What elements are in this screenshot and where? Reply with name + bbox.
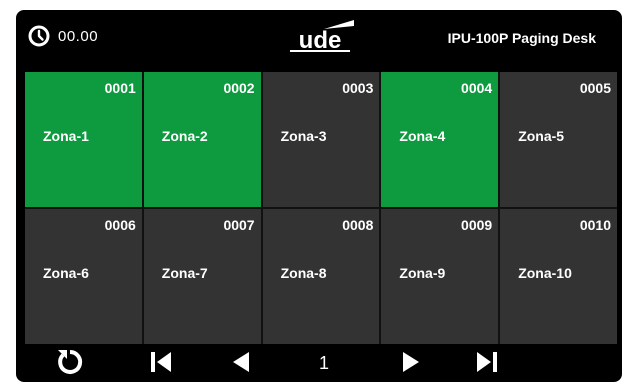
zone-button[interactable]: 0004 Zona-4 — [381, 72, 499, 207]
zone-code: 0002 — [223, 80, 255, 96]
ude-logo: ude — [290, 20, 354, 52]
logo-text: ude — [299, 27, 342, 52]
previous-page-button[interactable] — [222, 346, 258, 378]
prev-page-icon — [233, 352, 249, 372]
top-bar: 00.00 ude IPU-100P Paging Desk — [16, 10, 622, 60]
clock-icon — [28, 25, 50, 47]
first-page-button[interactable] — [144, 346, 180, 378]
zone-name: Zona-5 — [518, 128, 565, 144]
next-page-button[interactable] — [394, 346, 430, 378]
zone-code: 0004 — [461, 80, 493, 96]
zone-name: Zona-2 — [161, 128, 208, 144]
zone-name: Zona-8 — [280, 265, 327, 281]
zone-name: Zona-3 — [280, 128, 327, 144]
zone-button[interactable]: 0001 Zona-1 — [25, 72, 142, 207]
zone-button[interactable]: 0008 Zona-8 — [262, 209, 380, 344]
last-page-button[interactable] — [468, 346, 504, 378]
zone-code: 0007 — [223, 217, 255, 233]
zone-button[interactable]: 0003 Zona-3 — [262, 72, 380, 207]
last-page-icon — [477, 352, 497, 372]
zone-button[interactable]: 0006 Zona-6 — [25, 209, 142, 344]
paging-desk-screen: 00.00 ude IPU-100P Paging Desk 0001 Zona-… — [16, 10, 622, 382]
zone-name: Zona-10 — [518, 265, 572, 281]
zone-name: Zona-1 — [43, 128, 89, 144]
zone-name: Zona-4 — [399, 128, 446, 144]
zone-grid: 0001 Zona-1 0002 Zona-2 0003 Zona-3 0004 Zona-4… — [25, 72, 617, 344]
zone-button[interactable]: 0007 Zona-7 — [143, 209, 261, 344]
zone-button[interactable]: 0009 Zona-9 — [381, 209, 499, 344]
next-page-icon — [403, 352, 419, 372]
zone-button[interactable]: 0002 Zona-2 — [143, 72, 261, 207]
page-number: 1 — [319, 353, 330, 373]
pagination-bar: 1 — [16, 344, 622, 382]
zone-name: Zona-7 — [161, 265, 208, 281]
zone-code: 0005 — [579, 80, 611, 96]
clock-time: 00.00 — [58, 27, 99, 45]
clock: 00.00 — [28, 25, 98, 47]
zone-code: 0009 — [461, 217, 493, 233]
device-title: IPU-100P Paging Desk — [447, 30, 596, 46]
zone-button[interactable]: 0010 Zona-10 — [500, 209, 617, 344]
zone-code: 0008 — [342, 217, 374, 233]
zone-name: Zona-6 — [43, 265, 89, 281]
zone-code: 0001 — [104, 80, 136, 96]
zone-button[interactable]: 0005 Zona-5 — [500, 72, 617, 207]
zone-code: 0006 — [104, 217, 136, 233]
zone-code: 0010 — [579, 217, 611, 233]
zone-code: 0003 — [342, 80, 374, 96]
first-page-icon — [151, 352, 171, 372]
refresh-button[interactable] — [52, 346, 88, 378]
refresh-icon — [58, 349, 83, 374]
zone-name: Zona-9 — [399, 265, 446, 281]
